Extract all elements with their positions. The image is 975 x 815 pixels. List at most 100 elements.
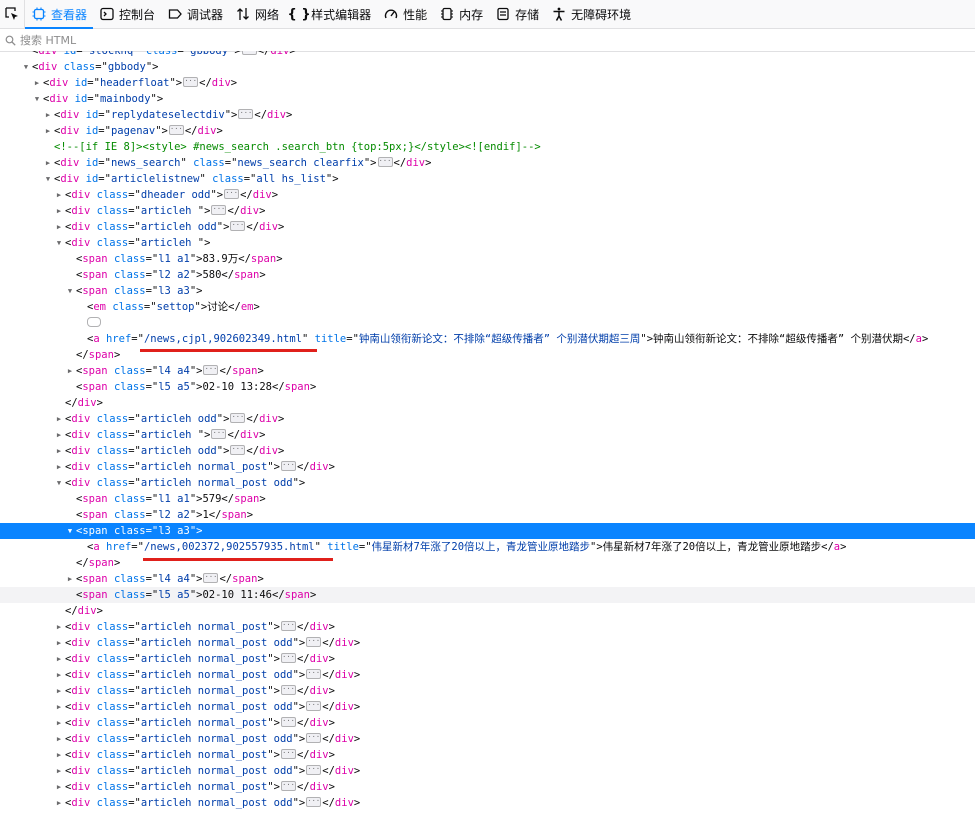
- attr-value[interactable]: l3 a3: [158, 525, 190, 537]
- attr-value[interactable]: l4 a4: [158, 573, 190, 585]
- markup-node[interactable]: ▶ <div class="articleh normal_post"> ··· </…: [0, 651, 975, 667]
- attr-value[interactable]: articlelistnew: [111, 173, 200, 185]
- markup-node[interactable]: ▶ <div class="articleh odd"> ··· </div>: [0, 411, 975, 427]
- markup-node[interactable]: ▶ <div class="articleh normal_post"> ··· </…: [0, 747, 975, 763]
- collapsed-children-icon[interactable]: ···: [211, 429, 227, 439]
- attr-value[interactable]: headerfloat: [100, 77, 170, 89]
- attr-value[interactable]: news_search: [111, 157, 181, 169]
- tab-accessibility[interactable]: 无障碍环境: [545, 0, 637, 28]
- attr-value[interactable]: articleh normal_post: [141, 685, 267, 697]
- markup-node[interactable]: ▼ <div id="articlelistnew" class="all hs_…: [0, 171, 975, 187]
- markup-node[interactable]: ▶ <div class="articleh normal_post odd"> ·…: [0, 699, 975, 715]
- collapsed-children-icon[interactable]: ···: [280, 749, 296, 759]
- tab-performance[interactable]: 性能: [377, 0, 433, 28]
- markup-node[interactable]: ▶ <div class="articleh normal_post odd"> ·…: [0, 795, 975, 811]
- markup-node[interactable]: ▶ <div id="pagenav"> ··· </div>: [0, 123, 975, 139]
- tab-console[interactable]: 控制台: [93, 0, 161, 28]
- attr-value[interactable]: articleh normal_post odd: [141, 477, 293, 489]
- collapsed-children-icon[interactable]: ···: [306, 733, 322, 743]
- markup-node[interactable]: ▶ <div class="articleh "> ··· </div>: [0, 203, 975, 219]
- markup-node[interactable]: ▶ <div class="articleh normal_post odd"> ·…: [0, 763, 975, 779]
- markup-node[interactable]: ▶ <div class="articleh normal_post"> ··· </…: [0, 715, 975, 731]
- expand-twisty-icon[interactable]: ▶: [66, 363, 74, 379]
- markup-node[interactable]: ▶ <div class="dheader odd"> ··· </div>: [0, 187, 975, 203]
- markup-node[interactable]: ▶ <div class="articleh "> ··· </div>: [0, 427, 975, 443]
- attr-value[interactable]: articleh normal_post odd: [141, 701, 293, 713]
- markup-node[interactable]: <span class="l5 a5">02-10 11:46</span>: [0, 587, 975, 603]
- attr-value[interactable]: /news,002372,902557935.html: [144, 541, 315, 553]
- markup-node[interactable]: </div>: [0, 395, 975, 411]
- collapsed-children-icon[interactable]: ···: [306, 797, 322, 807]
- collapsed-children-icon[interactable]: ···: [280, 685, 296, 695]
- markup-node[interactable]: <span class="l2 a2">580</span>: [0, 267, 975, 283]
- tab-style-editor[interactable]: { } 样式编辑器: [285, 0, 377, 28]
- expand-twisty-icon[interactable]: ▶: [55, 443, 63, 459]
- collapsed-children-icon[interactable]: ···: [280, 653, 296, 663]
- markup-node[interactable]: ▶ <div id="news_search" class="news_searc…: [0, 155, 975, 171]
- attr-value[interactable]: l1 a1: [158, 493, 190, 505]
- attr-value[interactable]: articleh normal_post odd: [141, 637, 293, 649]
- attr-value[interactable]: l2 a2: [158, 509, 190, 521]
- markup-node[interactable]: </div>: [0, 603, 975, 619]
- markup-node[interactable]: ▶ <div class="articleh normal_post odd"> ·…: [0, 635, 975, 651]
- collapse-twisty-icon[interactable]: ▼: [66, 523, 74, 539]
- tab-memory[interactable]: 内存: [433, 0, 489, 28]
- expand-twisty-icon[interactable]: ▶: [55, 667, 63, 683]
- expand-twisty-icon[interactable]: ▶: [55, 763, 63, 779]
- markup-node[interactable]: ▶ <div class="articleh odd"> ··· </div>: [0, 219, 975, 235]
- attr-value[interactable]: gbbody: [190, 51, 228, 57]
- expand-twisty-icon[interactable]: ▶: [55, 427, 63, 443]
- attr-value[interactable]: l2 a2: [158, 269, 190, 281]
- collapsed-children-icon[interactable]: ···: [306, 765, 322, 775]
- attr-value[interactable]: stockhq: [89, 51, 133, 57]
- attr-value[interactable]: replydateselectdiv: [111, 109, 225, 121]
- expand-twisty-icon[interactable]: ▶: [55, 731, 63, 747]
- markup-node[interactable]: <!--[if IE 8]><style> #news_search .sear…: [0, 139, 975, 155]
- attr-value[interactable]: articleh normal_post odd: [141, 669, 293, 681]
- markup-node[interactable]: <div id="stockhq" class="gbbody">···</di…: [0, 51, 975, 59]
- expand-twisty-icon[interactable]: ▶: [55, 795, 63, 811]
- markup-node[interactable]: ▼ <div class="gbbody">: [0, 59, 975, 75]
- collapsed-children-icon[interactable]: ···: [203, 365, 219, 375]
- collapsed-children-icon[interactable]: ···: [306, 701, 322, 711]
- markup-node[interactable]: <a href="/news,cjpl,902602349.html" titl…: [0, 331, 975, 347]
- markup-node[interactable]: ▶ <div class="articleh odd"> ··· </div>: [0, 443, 975, 459]
- collapsed-children-icon[interactable]: ···: [168, 125, 184, 135]
- markup-node[interactable]: <span class="l2 a2">1</span>: [0, 507, 975, 523]
- markup-node[interactable]: ▶ <div class="articleh normal_post"> ··· </…: [0, 683, 975, 699]
- attr-value[interactable]: articleh normal_post: [141, 781, 267, 793]
- tab-storage[interactable]: 存储: [489, 0, 545, 28]
- collapsed-children-icon[interactable]: ···: [280, 461, 296, 471]
- collapsed-children-icon[interactable]: ···: [183, 77, 199, 87]
- collapse-twisty-icon[interactable]: ▼: [55, 235, 63, 251]
- tab-debugger[interactable]: 调试器: [161, 0, 229, 28]
- markup-node[interactable]: ▼ <div class="articleh normal_post odd">: [0, 475, 975, 491]
- attr-value[interactable]: gbbody: [108, 61, 146, 73]
- markup-node[interactable]: ▶ <div id="replydateselectdiv"> ··· </div>: [0, 107, 975, 123]
- collapsed-children-icon[interactable]: ···: [280, 717, 296, 727]
- attr-value[interactable]: articleh normal_post odd: [141, 797, 293, 809]
- attr-value[interactable]: l1 a1: [158, 253, 190, 265]
- expand-twisty-icon[interactable]: ▶: [55, 747, 63, 763]
- attr-value[interactable]: articleh odd: [141, 445, 217, 457]
- selected-markup-node[interactable]: ▼ <span class="l3 a3">: [0, 523, 975, 539]
- attr-value[interactable]: /news,cjpl,902602349.html: [144, 333, 302, 345]
- expand-twisty-icon[interactable]: ▶: [55, 699, 63, 715]
- attr-value[interactable]: articleh: [141, 429, 198, 441]
- attr-value[interactable]: articleh normal_post odd: [141, 765, 293, 777]
- expand-twisty-icon[interactable]: ▶: [44, 155, 52, 171]
- attr-value[interactable]: l5 a5: [158, 381, 190, 393]
- markup-node[interactable]: <em class="settop">讨论</em>: [0, 299, 975, 315]
- attr-value[interactable]: all hs_list: [256, 173, 326, 185]
- attr-value[interactable]: articleh normal_post odd: [141, 733, 293, 745]
- search-html-input[interactable]: [20, 33, 320, 47]
- attr-value[interactable]: articleh normal_post: [141, 717, 267, 729]
- expand-twisty-icon[interactable]: ▶: [66, 571, 74, 587]
- expand-twisty-icon[interactable]: ▶: [55, 683, 63, 699]
- markup-node[interactable]: ▼ <div class="articleh ">: [0, 235, 975, 251]
- expand-twisty-icon[interactable]: ▶: [55, 715, 63, 731]
- expand-twisty-icon[interactable]: ▶: [55, 619, 63, 635]
- expand-twisty-icon[interactable]: ▶: [44, 107, 52, 123]
- attr-value[interactable]: articleh: [141, 237, 198, 249]
- attr-value[interactable]: settop: [157, 301, 195, 313]
